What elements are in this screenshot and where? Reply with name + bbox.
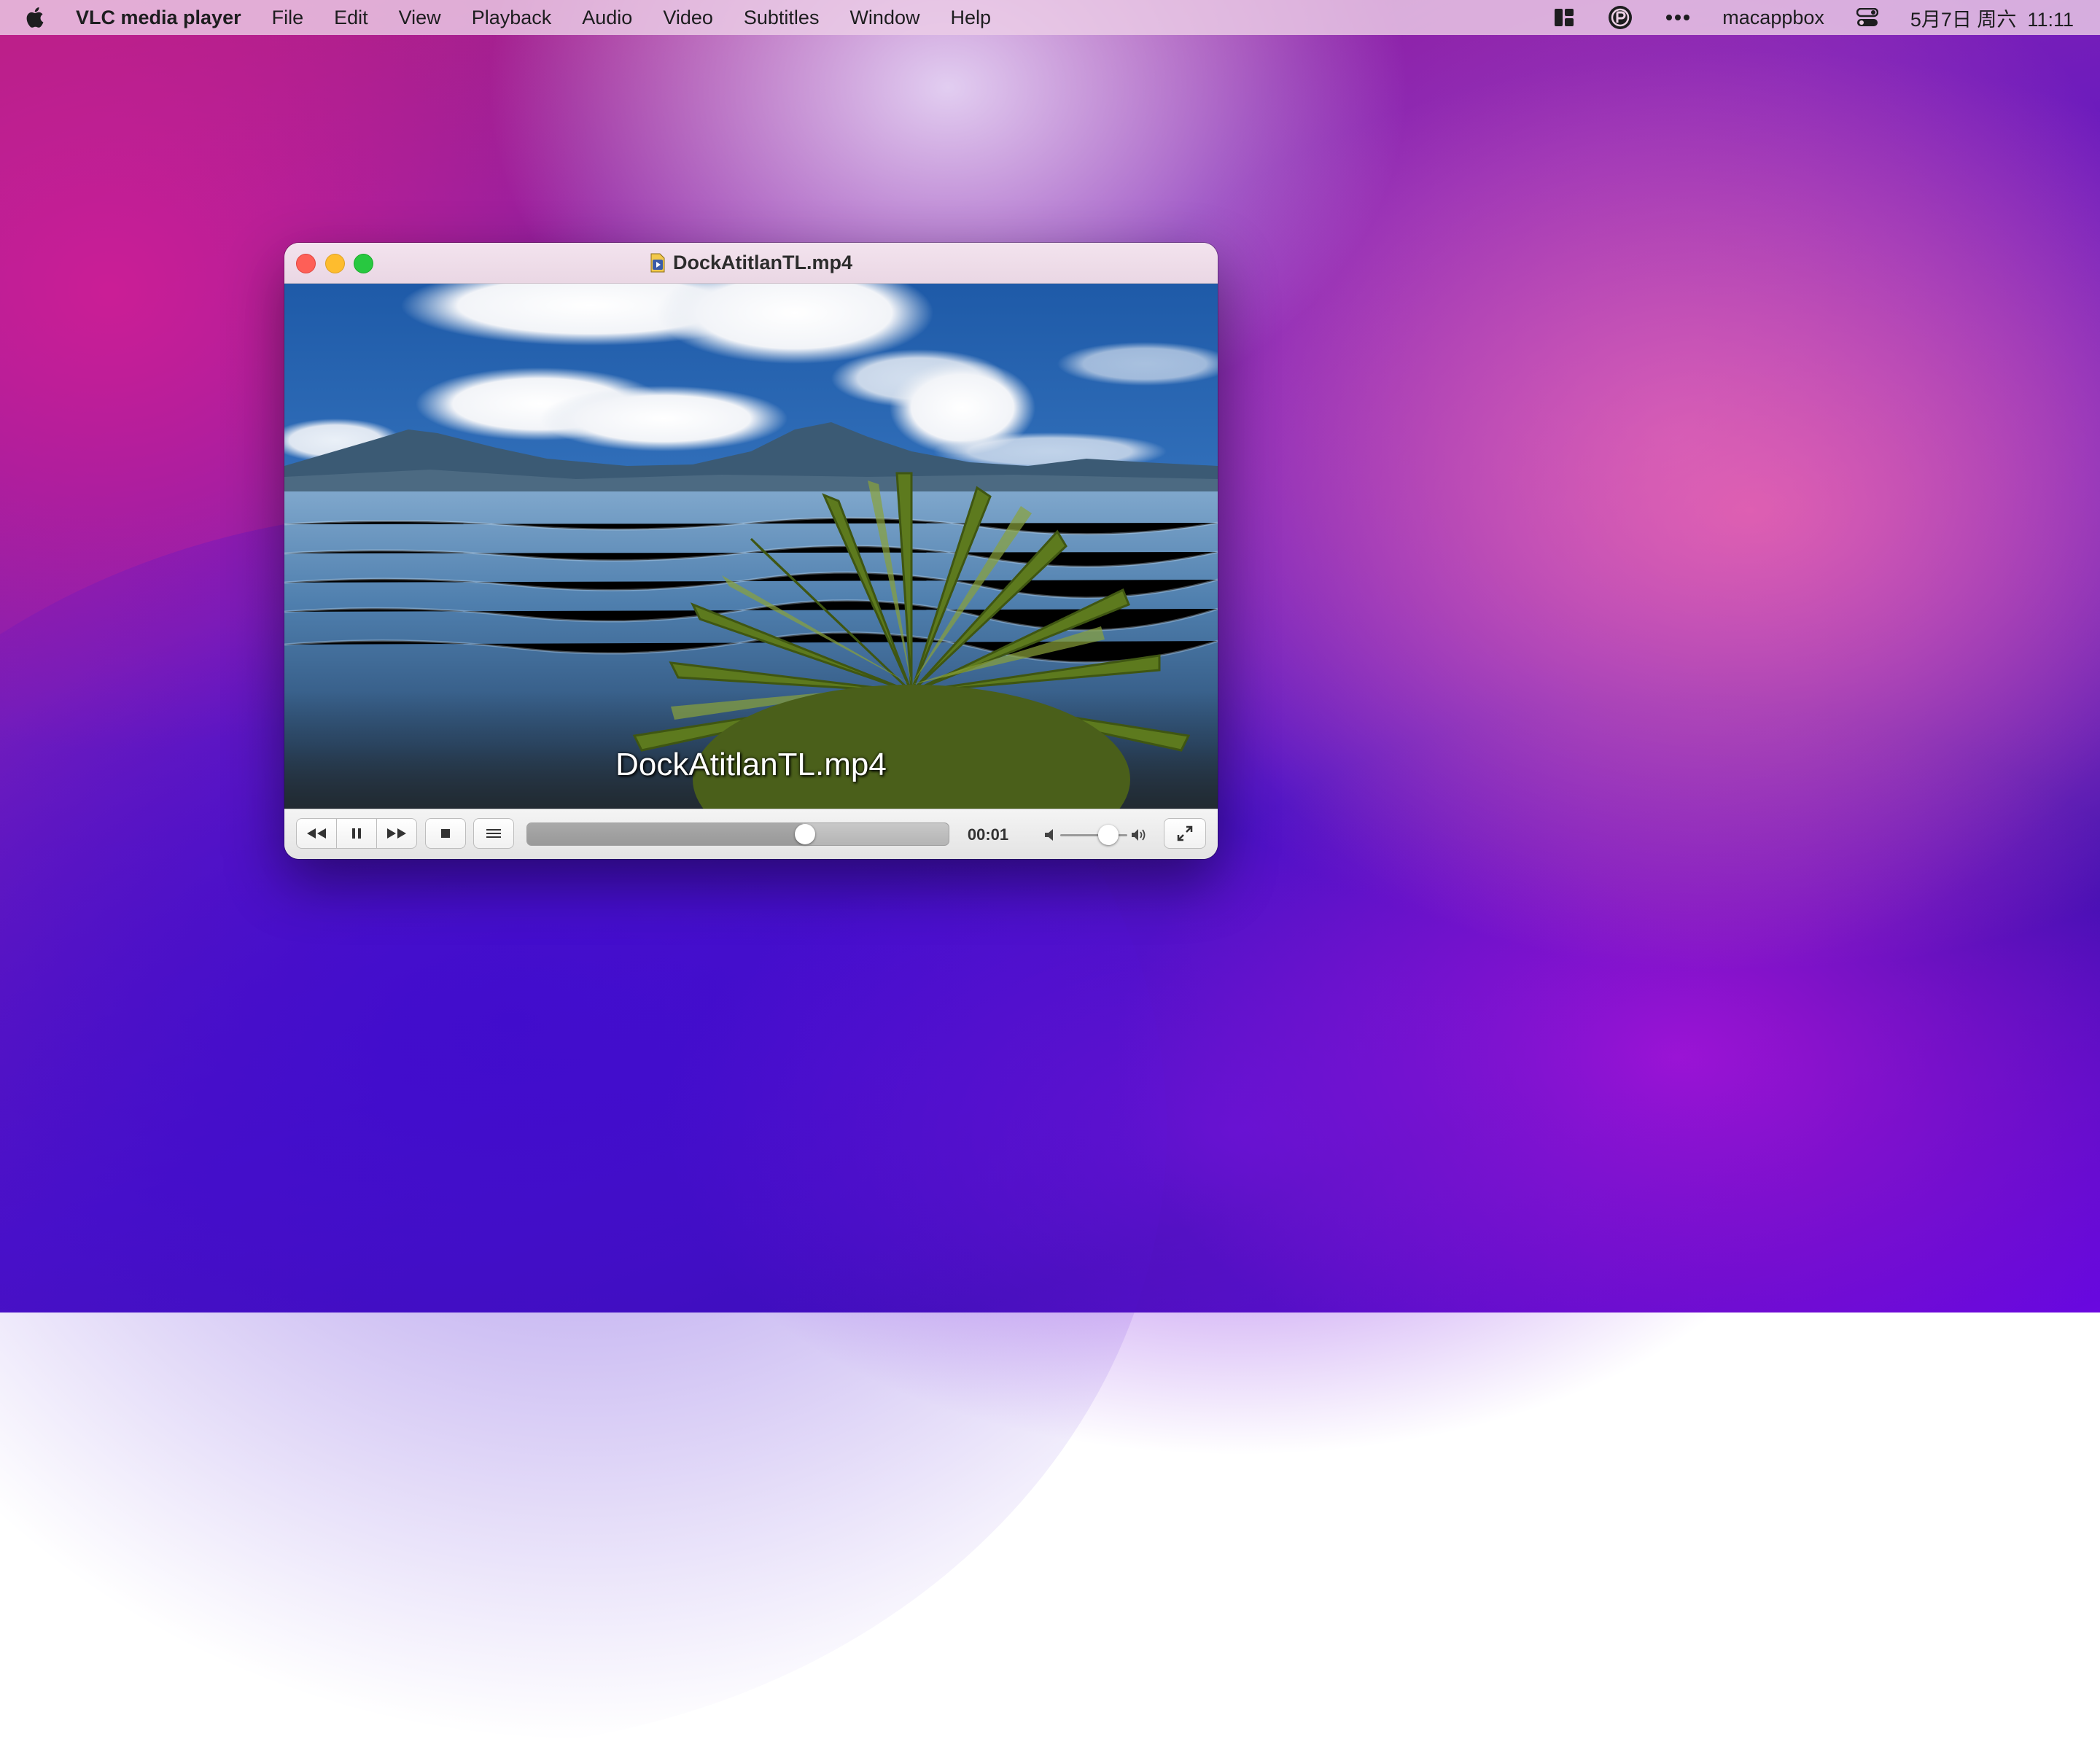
seek-bar-fill (527, 823, 806, 845)
fast-forward-button[interactable] (376, 818, 417, 849)
menu-help[interactable]: Help (950, 7, 991, 29)
window-title: DockAtitlanTL.mp4 (672, 252, 853, 273)
control-center-icon[interactable] (1856, 8, 1878, 27)
menu-subtitles[interactable]: Subtitles (744, 7, 820, 29)
more-icon[interactable] (1665, 14, 1690, 21)
pause-icon (352, 828, 361, 839)
menu-window[interactable]: Window (849, 7, 919, 29)
rewind-icon (307, 828, 326, 839)
playlist-icon (486, 829, 501, 838)
video-area[interactable]: DockAtitlanTL.mp4 (284, 284, 1218, 809)
menu-app-name[interactable]: VLC media player (76, 7, 241, 29)
playlist-button[interactable] (473, 818, 514, 849)
title-bar[interactable]: DockAtitlanTL.mp4 (284, 243, 1218, 284)
rewind-button[interactable] (296, 818, 337, 849)
seek-bar[interactable] (526, 822, 949, 846)
menu-playback[interactable]: Playback (472, 7, 552, 29)
stop-icon (441, 829, 450, 838)
fullscreen-button[interactable] (1164, 818, 1206, 849)
elapsed-time[interactable]: 00:01 (962, 825, 1014, 844)
user-name[interactable]: macappbox (1722, 7, 1824, 29)
video-file-icon (650, 253, 666, 273)
menu-bar: VLC media player File Edit View Playback… (0, 0, 2100, 35)
video-frame (284, 284, 1218, 809)
subtitle-overlay: DockAtitlanTL.mp4 (615, 747, 887, 782)
menu-view[interactable]: View (399, 7, 441, 29)
pause-button[interactable] (336, 818, 377, 849)
menu-edit[interactable]: Edit (334, 7, 368, 29)
volume-knob[interactable] (1098, 825, 1119, 845)
menu-audio[interactable]: Audio (582, 7, 632, 29)
fullscreen-icon (1177, 825, 1193, 841)
seek-knob[interactable] (795, 824, 816, 844)
volume-high-icon[interactable] (1130, 827, 1146, 843)
playback-controls: 00:01 (284, 809, 1218, 859)
vlc-window: DockAtitlanTL.mp4 DockAtitlanTL.mp4 00:0… (284, 243, 1218, 859)
fast-forward-icon (387, 828, 406, 839)
apple-icon[interactable] (26, 6, 47, 29)
stop-button[interactable] (425, 818, 466, 849)
volume-slider[interactable] (1060, 825, 1127, 845)
window-layout-icon[interactable] (1553, 7, 1575, 28)
pasta-icon[interactable] (1607, 4, 1633, 31)
window-title-area: DockAtitlanTL.mp4 (284, 243, 1218, 283)
menu-clock[interactable]: 5月7日 周六 11:11 (1910, 4, 2074, 32)
menu-file[interactable]: File (272, 7, 304, 29)
menu-video[interactable]: Video (663, 7, 713, 29)
volume-low-icon[interactable] (1043, 827, 1059, 843)
